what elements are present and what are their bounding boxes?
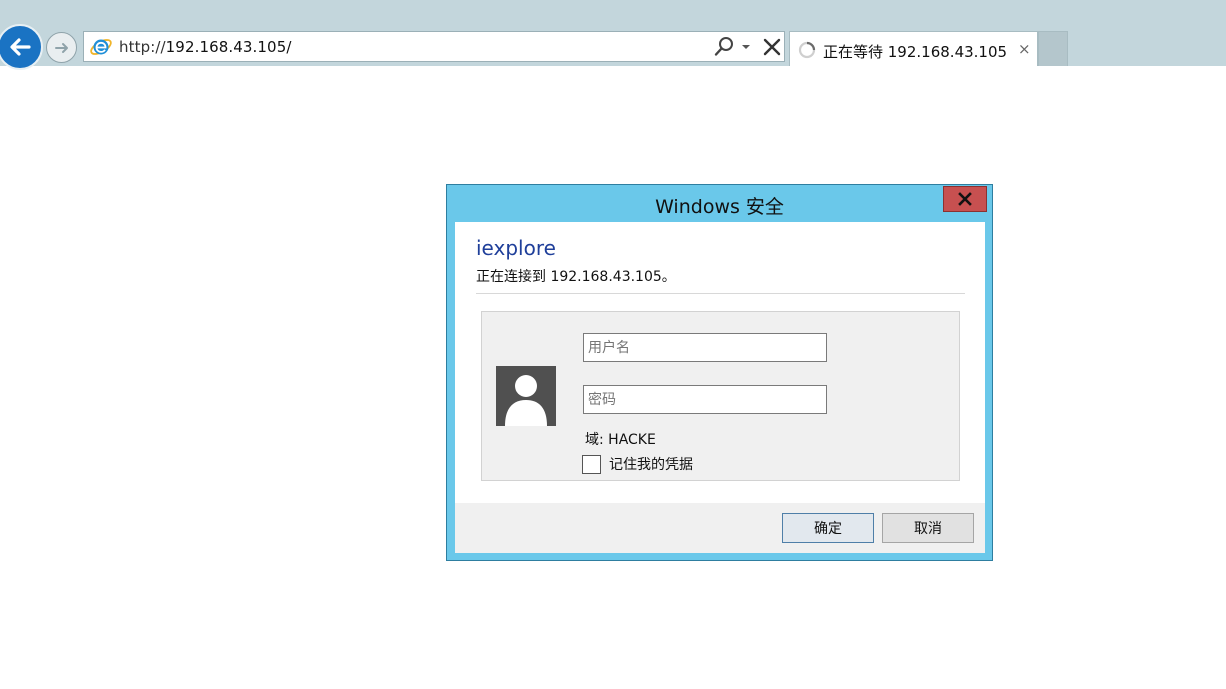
url-host: 192.168.43.105/ xyxy=(165,38,292,56)
dialog-body: iexplore 正在连接到 192.168.43.105。 域: HACKE … xyxy=(455,222,985,553)
chevron-down-icon[interactable] xyxy=(739,37,753,57)
cancel-button[interactable]: 取消 xyxy=(882,513,974,543)
tab-loading[interactable]: 正在等待 192.168.43.105 × xyxy=(789,31,1038,66)
username-input[interactable] xyxy=(583,333,827,362)
user-avatar-icon xyxy=(496,366,556,426)
credential-panel: 域: HACKE 记住我的凭据 xyxy=(481,311,960,481)
app-name: iexplore xyxy=(476,236,556,260)
loading-spinner-icon xyxy=(798,41,816,59)
ok-button[interactable]: 确定 xyxy=(782,513,874,543)
dialog-title: Windows 安全 xyxy=(655,196,784,218)
remember-label: 记住我的凭据 xyxy=(609,457,693,473)
search-icon[interactable] xyxy=(713,36,735,58)
browser-toolbar: http://192.168.43.105/ 正在等待 192.168.43.1… xyxy=(0,0,1226,70)
dialog-footer: 确定 取消 xyxy=(455,503,985,553)
divider xyxy=(476,293,965,294)
new-tab-button[interactable] xyxy=(1038,31,1068,66)
dialog-close-button[interactable] xyxy=(943,186,987,212)
remember-checkbox[interactable] xyxy=(582,454,601,474)
address-bar[interactable]: http://192.168.43.105/ xyxy=(83,31,785,62)
connection-message: 正在连接到 192.168.43.105。 xyxy=(476,269,676,285)
remember-credentials[interactable]: 记住我的凭据 xyxy=(582,454,693,474)
tab-close-button[interactable]: × xyxy=(1018,41,1031,57)
back-arrow-icon xyxy=(10,38,31,56)
domain-label: 域: HACKE xyxy=(585,432,656,448)
url-scheme: http:// xyxy=(119,38,166,56)
back-button[interactable] xyxy=(0,24,43,70)
close-icon[interactable] xyxy=(761,36,783,58)
forward-arrow-icon xyxy=(54,42,68,53)
password-input[interactable] xyxy=(583,385,827,414)
windows-security-dialog: Windows 安全 iexplore 正在连接到 192.168.43.105… xyxy=(446,184,993,561)
close-icon xyxy=(958,192,972,206)
url-text[interactable]: http://192.168.43.105/ xyxy=(119,38,292,56)
tab-title: 正在等待 192.168.43.105 xyxy=(823,43,1008,61)
forward-button[interactable] xyxy=(46,32,77,63)
ie-logo-icon xyxy=(90,39,112,55)
